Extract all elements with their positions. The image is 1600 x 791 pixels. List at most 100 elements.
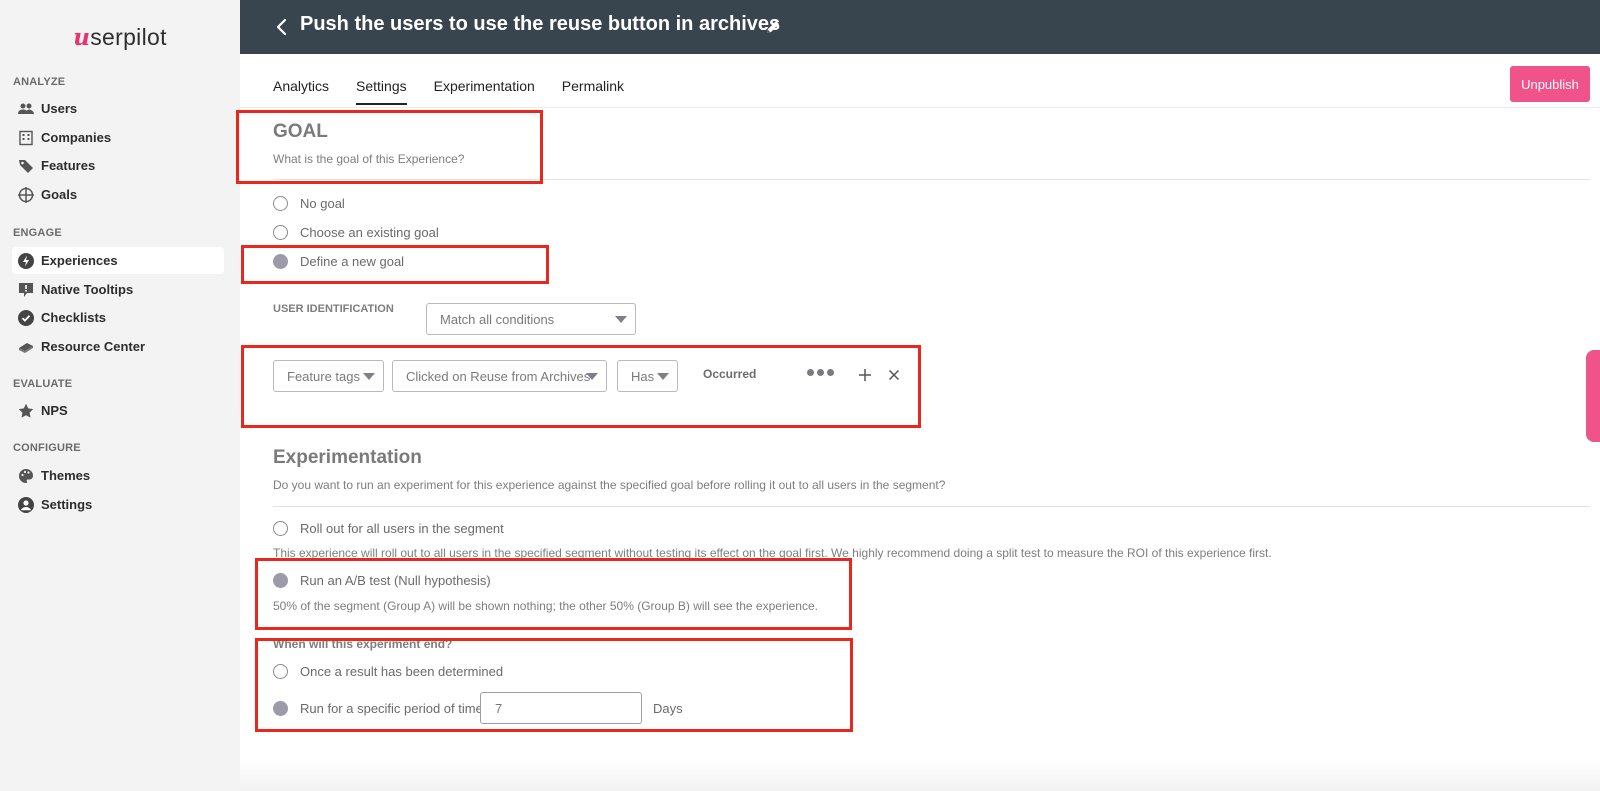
sidebar: userpilot ANALYZE Users Companies Featur… [0, 0, 240, 791]
radio-label: Roll out for all users in the segment [300, 521, 504, 536]
more-options-icon[interactable] [807, 369, 834, 376]
ab-test-description: 50% of the segment (Group A) will be sho… [273, 599, 818, 613]
radio-button[interactable] [273, 664, 288, 679]
match-conditions-select[interactable]: Match all conditions [426, 303, 636, 335]
tab-analytics[interactable]: Analytics [273, 78, 329, 105]
sidebar-item-label: Resource Center [41, 339, 146, 354]
back-arrow-icon[interactable] [270, 15, 294, 39]
chevron-down-icon [586, 373, 598, 380]
radio-button[interactable] [273, 225, 288, 240]
goal-subtitle: What is the goal of this Experience? [273, 152, 465, 166]
sidebar-item-label: Native Tooltips [41, 282, 134, 297]
building-icon [18, 130, 34, 146]
pencil-icon[interactable] [764, 18, 782, 36]
experimentation-subtitle: Do you want to run an experiment for thi… [273, 478, 946, 492]
radio-label: Run an A/B test (Null hypothesis) [300, 573, 491, 588]
goal-option-existing[interactable]: Choose an existing goal [273, 225, 439, 240]
crosshair-icon [18, 186, 34, 203]
tab-divider [240, 107, 1600, 108]
tab-experimentation[interactable]: Experimentation [434, 78, 535, 105]
add-icon[interactable] [857, 367, 873, 383]
operator-select[interactable]: Has [617, 360, 678, 392]
days-unit-label: Days [653, 701, 683, 716]
radio-button-selected[interactable] [273, 701, 288, 716]
radio-button-selected[interactable] [273, 254, 288, 269]
sidebar-item-companies[interactable]: Companies [12, 124, 224, 151]
sidebar-item-label: NPS [41, 403, 68, 418]
tab-permalink[interactable]: Permalink [562, 78, 624, 105]
unpublish-button[interactable]: Unpublish [1510, 66, 1590, 102]
sidebar-item-checklists[interactable]: Checklists [12, 304, 224, 331]
sidebar-item-label: Users [41, 101, 78, 116]
users-icon [18, 101, 34, 117]
sidebar-item-native-tooltips[interactable]: Native Tooltips [12, 276, 224, 303]
user-circle-icon [18, 496, 34, 513]
sidebar-item-features[interactable]: Features [12, 152, 224, 179]
book-icon [18, 339, 34, 355]
select-value: Feature tags [287, 368, 360, 384]
select-value: Clicked on Reuse from Archives [406, 368, 591, 384]
radio-label: Run for a specific period of time [300, 701, 483, 716]
goal-option-define-new[interactable]: Define a new goal [273, 254, 404, 269]
radio-button[interactable] [273, 196, 288, 211]
sidebar-item-label: Settings [41, 497, 93, 512]
sidebar-item-label: Experiences [41, 253, 118, 268]
feedback-side-tab[interactable] [1586, 350, 1600, 442]
bottom-shadow [240, 760, 1600, 791]
sidebar-item-label: Companies [41, 130, 112, 145]
star-icon [18, 403, 34, 419]
sidebar-item-users[interactable]: Users [12, 95, 224, 122]
feature-tags-select[interactable]: Feature tags [273, 360, 384, 392]
sidebar-item-label: Checklists [41, 310, 107, 325]
sidebar-item-resource-center[interactable]: Resource Center [12, 333, 224, 360]
goal-option-no-goal[interactable]: No goal [273, 196, 345, 211]
radio-label: Choose an existing goal [300, 225, 439, 240]
experimentation-heading: Experimentation [273, 447, 422, 468]
experimentation-divider [273, 506, 1590, 507]
end-after-period-option[interactable]: Run for a specific period of time [273, 701, 483, 716]
radio-button-selected[interactable] [273, 573, 288, 588]
experiment-end-question: When will this experiment end? [273, 637, 453, 651]
goal-heading: GOAL [273, 121, 328, 142]
section-title-configure: CONFIGURE [13, 442, 81, 454]
sidebar-item-experiences[interactable]: Experiences [12, 247, 224, 274]
bolt-icon [18, 252, 34, 269]
rollout-option[interactable]: Roll out for all users in the segment [273, 521, 504, 536]
sidebar-item-goals[interactable]: Goals [12, 181, 224, 208]
tooltip-icon [18, 282, 34, 298]
highlight-box-ab-test [255, 558, 852, 630]
select-value: Has [631, 368, 655, 384]
radio-label: Define a new goal [300, 254, 405, 269]
radio-button[interactable] [273, 521, 288, 536]
user-identification-label: USER IDENTIFICATION [273, 303, 394, 315]
rollout-description: This experience will roll out to all use… [273, 546, 1272, 560]
section-title-engage: ENGAGE [13, 227, 62, 239]
sidebar-item-settings[interactable]: Settings [12, 491, 224, 518]
sidebar-item-label: Themes [41, 468, 91, 483]
page-title: Push the users to use the reuse button i… [300, 13, 781, 35]
userpilot-logo[interactable]: userpilot [0, 24, 240, 51]
top-bar: Push the users to use the reuse button i… [240, 0, 1600, 54]
check-circle-icon [18, 309, 34, 326]
chevron-down-icon [615, 316, 627, 323]
section-title-evaluate: EVALUATE [13, 378, 73, 390]
event-select[interactable]: Clicked on Reuse from Archives [392, 360, 607, 392]
sidebar-item-themes[interactable]: Themes [12, 462, 224, 489]
ab-test-option[interactable]: Run an A/B test (Null hypothesis) [273, 573, 491, 588]
tag-icon [18, 158, 34, 174]
palette-icon [18, 468, 34, 484]
radio-label: Once a result has been determined [300, 664, 504, 679]
sidebar-item-nps[interactable]: NPS [12, 397, 224, 424]
radio-label: No goal [300, 196, 345, 211]
condition-status: Occurred [703, 367, 757, 381]
end-on-result-option[interactable]: Once a result has been determined [273, 664, 503, 679]
chevron-down-icon [363, 373, 375, 380]
close-icon[interactable] [886, 367, 902, 383]
select-value: Match all conditions [440, 311, 555, 327]
goal-divider [273, 179, 1590, 180]
sidebar-item-label: Features [41, 158, 96, 173]
tab-settings[interactable]: Settings [356, 78, 407, 105]
period-days-input[interactable] [480, 692, 642, 724]
chevron-down-icon [657, 373, 669, 380]
section-title-analyze: ANALYZE [13, 76, 66, 88]
